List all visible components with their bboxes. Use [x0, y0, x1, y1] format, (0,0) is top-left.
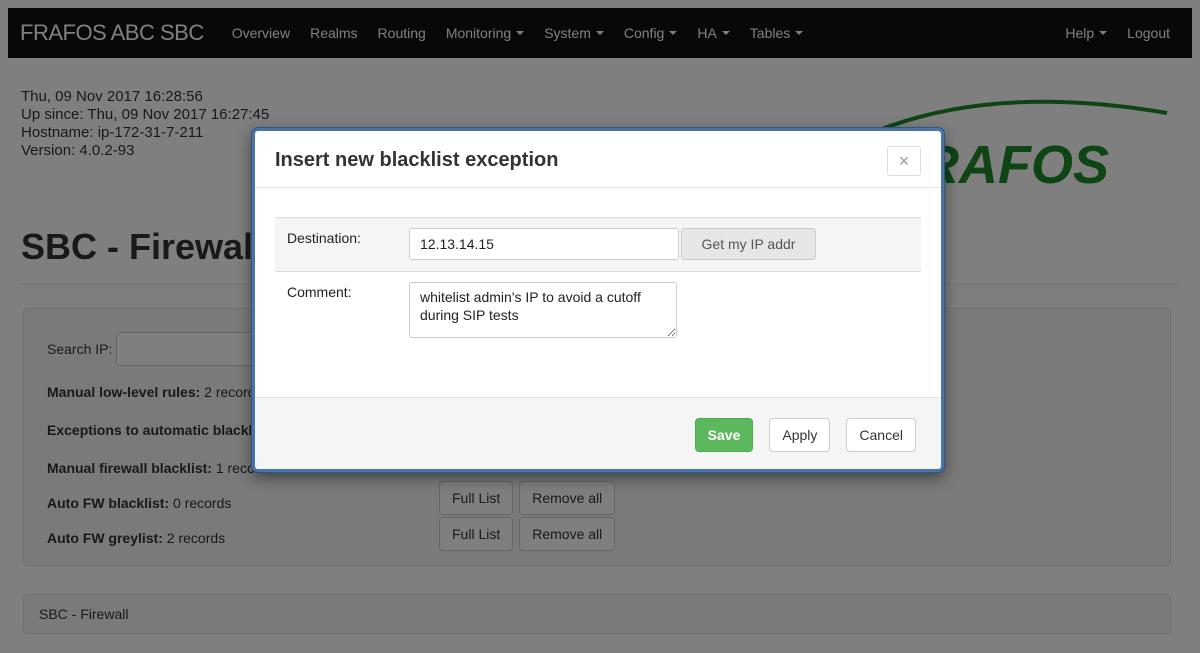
modal-body: Destination: Get my IP addr Comment: whi… — [255, 188, 941, 400]
insert-exception-dialog: Insert new blacklist exception × Destina… — [252, 128, 944, 472]
comment-label: Comment: — [287, 284, 352, 300]
destination-row: Destination: Get my IP addr — [275, 217, 921, 272]
destination-input[interactable] — [409, 228, 679, 260]
modal-actions: Save Apply Cancel — [694, 418, 916, 452]
close-icon[interactable]: × — [887, 146, 921, 176]
comment-textarea[interactable]: whitelist admin's IP to avoid a cutoff d… — [409, 282, 677, 338]
modal-title: Insert new blacklist exception — [275, 149, 559, 171]
apply-button[interactable]: Apply — [769, 418, 831, 452]
modal-footer: Save Apply Cancel — [255, 397, 941, 469]
modal-header: Insert new blacklist exception × — [255, 131, 941, 188]
destination-label: Destination: — [287, 230, 361, 246]
cancel-button[interactable]: Cancel — [846, 418, 916, 452]
comment-row: Comment: whitelist admin's IP to avoid a… — [275, 272, 921, 352]
get-my-ip-button[interactable]: Get my IP addr — [681, 228, 816, 260]
save-button[interactable]: Save — [694, 418, 754, 452]
